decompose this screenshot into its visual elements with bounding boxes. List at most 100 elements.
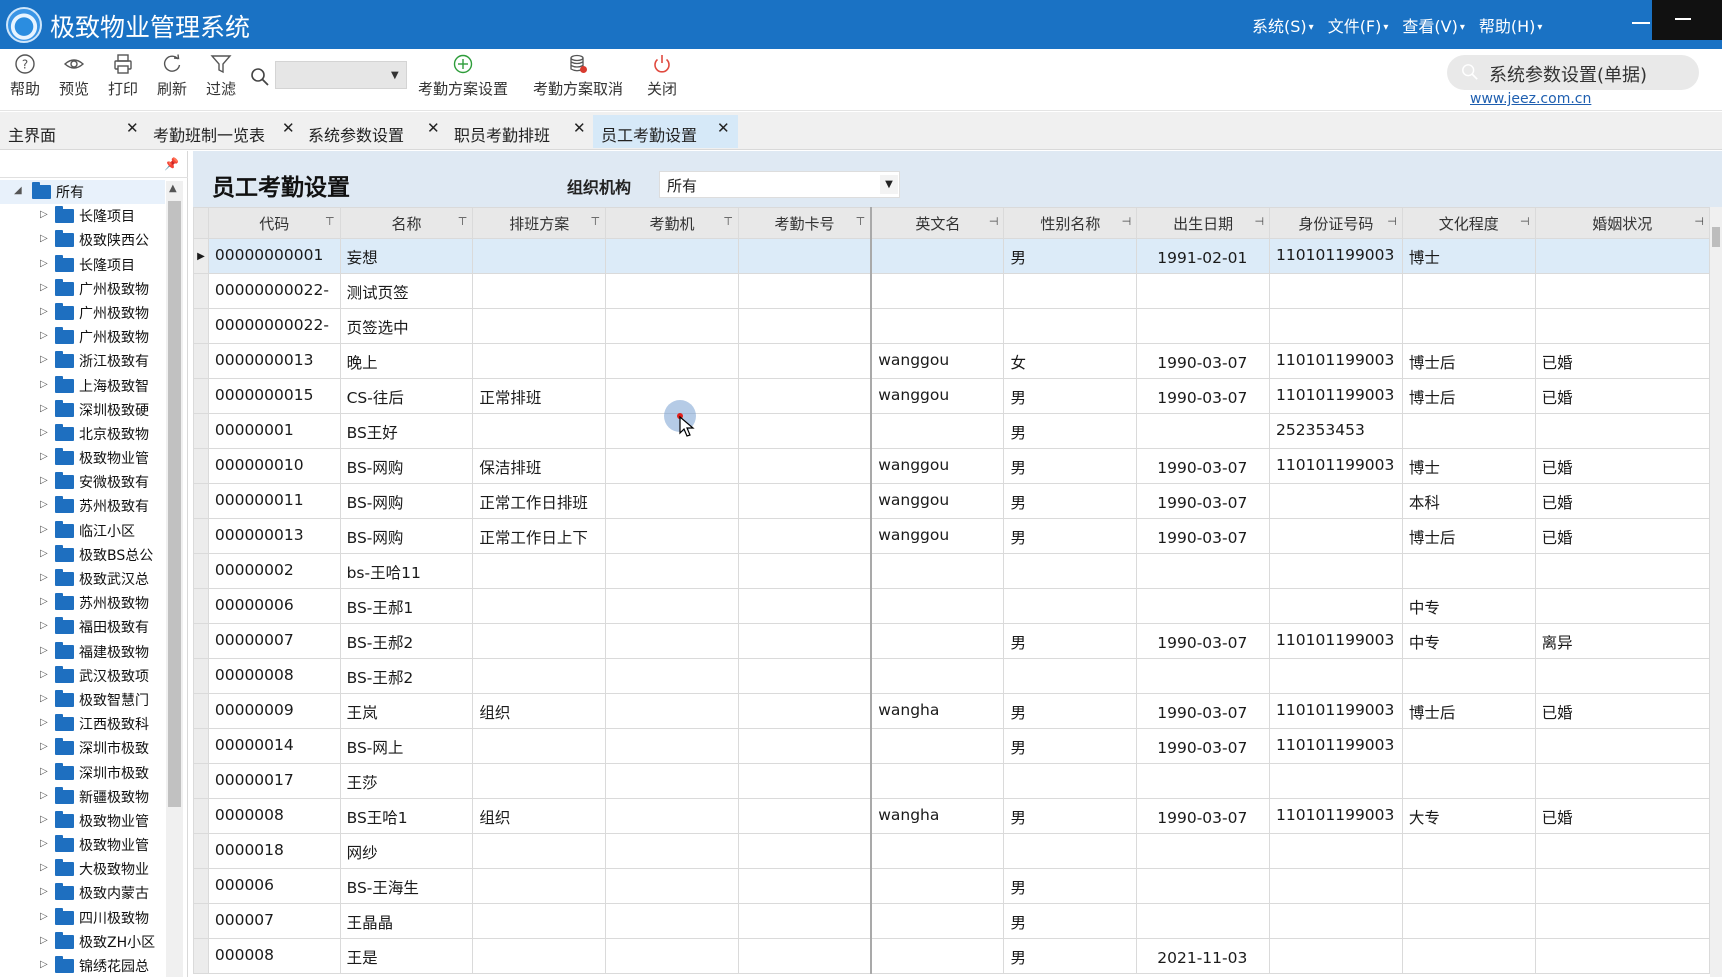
table-cell[interactable] (472, 553, 607, 589)
table-cell[interactable] (1269, 903, 1403, 939)
row-indicator[interactable] (193, 623, 209, 659)
table-cell[interactable]: wanggou (870, 378, 1005, 414)
table-row[interactable]: 0000000015 CS-往后 正常排班 wanggou 男 1990-03-07 110… (193, 378, 1711, 414)
close-icon[interactable]: ✕ (282, 119, 295, 137)
table-cell[interactable] (1401, 273, 1536, 309)
table-row[interactable]: 00000002 bs-王哈11 (193, 553, 1711, 589)
table-cell[interactable]: 博士 (1401, 448, 1536, 484)
org-select[interactable]: 所有 ▼ (659, 171, 900, 198)
pin-icon[interactable]: ⊤ (856, 215, 866, 228)
table-cell[interactable] (1401, 413, 1536, 449)
table-cell[interactable]: 110101199003 (1269, 448, 1403, 484)
table-cell[interactable] (1401, 308, 1536, 344)
row-indicator[interactable] (193, 763, 209, 799)
scroll-up-icon[interactable]: ▲ (169, 183, 177, 194)
table-cell[interactable] (1136, 588, 1271, 624)
column-header[interactable]: 排班方案 ⊤ (472, 207, 607, 239)
table-cell[interactable]: 110101199003 (1269, 378, 1403, 414)
table-cell[interactable]: 博士后 (1401, 518, 1536, 554)
table-cell[interactable] (472, 588, 607, 624)
table-cell[interactable]: 000000013 (207, 518, 341, 554)
table-cell[interactable] (1003, 273, 1138, 309)
table-cell[interactable] (870, 868, 1005, 904)
tree-node[interactable]: ▷ 极致物业管 (0, 446, 165, 470)
table-cell[interactable] (870, 903, 1005, 939)
table-cell[interactable]: BS-王郝2 (339, 623, 474, 659)
table-cell[interactable] (870, 623, 1005, 659)
table-cell[interactable] (737, 763, 872, 799)
table-cell[interactable] (1401, 658, 1536, 694)
table-cell[interactable] (605, 938, 739, 974)
row-indicator[interactable] (193, 798, 209, 834)
tree-scrollbar[interactable]: ▲ (166, 181, 183, 977)
expand-arrow-icon[interactable]: ▷ (40, 282, 48, 293)
tree-node[interactable]: ▷ 广州极致物 (0, 325, 165, 349)
pin-icon[interactable]: ⊣ (1254, 215, 1264, 228)
table-cell[interactable] (1534, 728, 1711, 764)
tree-node[interactable]: ▷ 新疆极致物 (0, 785, 165, 809)
table-cell[interactable]: 博士后 (1401, 378, 1536, 414)
table-cell[interactable] (605, 658, 739, 694)
table-cell[interactable]: 男 (1003, 728, 1138, 764)
table-cell[interactable] (737, 378, 872, 414)
close-icon[interactable]: ✕ (126, 119, 139, 137)
row-indicator[interactable] (193, 728, 209, 764)
table-cell[interactable] (1136, 413, 1271, 449)
search-input[interactable] (275, 61, 407, 89)
table-cell[interactable] (605, 798, 739, 834)
table-cell[interactable]: 00000001 (207, 413, 341, 449)
row-indicator[interactable] (193, 273, 209, 309)
table-row[interactable]: 0000018 网纱 (193, 833, 1711, 869)
table-cell[interactable] (737, 238, 872, 274)
table-cell[interactable]: 1990-03-07 (1136, 378, 1271, 414)
table-cell[interactable] (1534, 658, 1711, 694)
table-cell[interactable] (1003, 588, 1138, 624)
table-cell[interactable]: 晚上 (339, 343, 474, 379)
column-header[interactable]: 身份证号码 ⊣ (1269, 207, 1403, 239)
table-cell[interactable]: 1990-03-07 (1136, 483, 1271, 519)
table-cell[interactable] (1401, 833, 1536, 869)
pin-icon[interactable]: ⊤ (458, 215, 468, 228)
table-cell[interactable]: 已婚 (1534, 483, 1711, 519)
tab-attendance-shift-list[interactable]: 考勤班制一览表 (145, 115, 298, 148)
table-cell[interactable] (1401, 553, 1536, 589)
tree-node[interactable]: ▷ 福田极致有 (0, 615, 165, 639)
chevron-down-icon[interactable]: ▼ (391, 70, 399, 81)
tree-node[interactable]: ▷ 江西极致科 (0, 712, 165, 736)
table-cell[interactable] (737, 448, 872, 484)
table-cell[interactable]: 网纱 (339, 833, 474, 869)
table-cell[interactable]: 男 (1003, 693, 1138, 729)
table-cell[interactable]: 已婚 (1534, 798, 1711, 834)
expand-arrow-icon[interactable]: ▷ (40, 669, 48, 680)
tree-node[interactable]: ▷ 广州极致物 (0, 277, 165, 301)
expand-arrow-icon[interactable]: ▷ (40, 330, 48, 341)
table-cell[interactable] (870, 238, 1005, 274)
table-cell[interactable]: 妄想 (339, 238, 474, 274)
table-cell[interactable] (870, 308, 1005, 344)
table-cell[interactable] (472, 903, 607, 939)
row-indicator[interactable] (193, 938, 209, 974)
tree-node[interactable]: ▷ 极致物业管 (0, 809, 165, 833)
grid-scrollbar[interactable] (1710, 207, 1722, 977)
table-cell[interactable]: 王晶晶 (339, 903, 474, 939)
table-cell[interactable] (605, 833, 739, 869)
table-cell[interactable]: 已婚 (1534, 693, 1711, 729)
row-indicator[interactable]: ▶ (193, 238, 209, 274)
table-cell[interactable] (1003, 833, 1138, 869)
table-cell[interactable] (737, 343, 872, 379)
tab-system-parameters[interactable]: 系统参数设置 (300, 115, 445, 148)
expand-arrow-icon[interactable]: ▷ (40, 790, 48, 801)
tree-node-root[interactable]: ◢ 所有 (0, 180, 165, 205)
table-cell[interactable] (1269, 588, 1403, 624)
table-cell[interactable] (1401, 868, 1536, 904)
search-icon[interactable] (250, 67, 270, 91)
table-cell[interactable] (870, 273, 1005, 309)
scroll-thumb[interactable] (1712, 227, 1720, 247)
tree-node[interactable]: ▷ 深圳市极致 (0, 761, 165, 785)
table-cell[interactable] (870, 553, 1005, 589)
table-cell[interactable]: 女 (1003, 343, 1138, 379)
table-cell[interactable]: BS-网购 (339, 448, 474, 484)
table-cell[interactable] (472, 938, 607, 974)
table-cell[interactable] (870, 833, 1005, 869)
expand-arrow-icon[interactable]: ▷ (40, 911, 48, 922)
